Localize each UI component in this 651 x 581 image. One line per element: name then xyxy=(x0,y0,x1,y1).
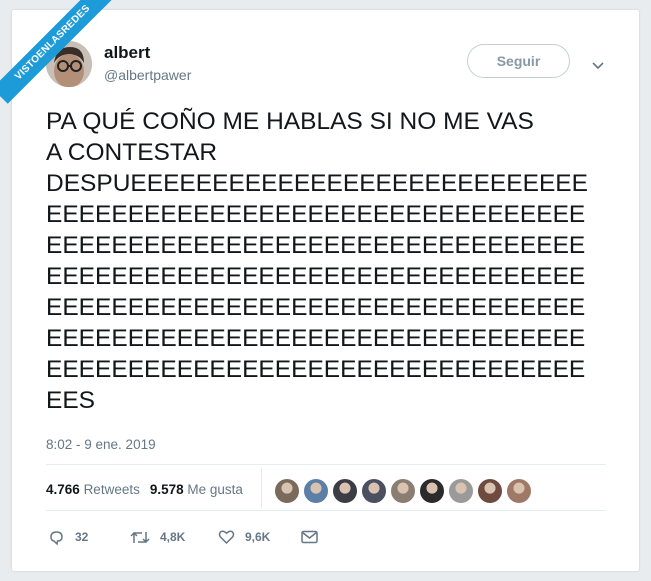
retweet-button[interactable]: 4,8K xyxy=(130,527,185,547)
chevron-down-icon[interactable] xyxy=(592,62,604,70)
envelope-icon xyxy=(301,530,318,544)
liker-avatar[interactable] xyxy=(506,478,532,504)
liker-avatar[interactable] xyxy=(390,478,416,504)
liker-avatar[interactable] xyxy=(332,478,358,504)
retweets-stat[interactable]: 4.766 Retweets xyxy=(46,482,140,497)
user-handle[interactable]: @albertpawer xyxy=(104,67,191,83)
likes-label: Me gusta xyxy=(187,482,243,497)
liker-avatar[interactable] xyxy=(448,478,474,504)
like-button[interactable]: 9,6K xyxy=(218,527,270,547)
like-count: 9,6K xyxy=(245,530,271,544)
reply-button[interactable]: 32 xyxy=(48,527,88,547)
retweets-count: 4.766 xyxy=(46,482,80,497)
message-button[interactable] xyxy=(301,527,328,547)
liker-avatar[interactable] xyxy=(303,478,329,504)
divider xyxy=(46,510,606,511)
tweet-text: PA QUÉ COÑO ME HABLAS SI NO ME VAS A CON… xyxy=(46,108,588,414)
user-name[interactable]: albert xyxy=(104,43,150,63)
liker-avatar[interactable] xyxy=(361,478,387,504)
reply-icon xyxy=(50,530,63,546)
divider-vertical xyxy=(261,468,262,508)
likes-count: 9.578 xyxy=(149,482,184,497)
heart-icon xyxy=(218,530,235,545)
watermark-ribbon: VISTOENLASREDES xyxy=(0,0,114,104)
retweets-label: Retweets xyxy=(83,482,140,497)
reply-count: 32 xyxy=(75,530,89,544)
retweet-count: 4,8K xyxy=(160,530,186,544)
retweet-icon xyxy=(130,531,150,543)
liker-avatar[interactable] xyxy=(274,478,300,504)
divider xyxy=(46,464,606,465)
liker-avatar[interactable] xyxy=(477,478,503,504)
likes-stat[interactable]: 9.578 Me gusta xyxy=(150,482,243,497)
engagement-stats: 4.766 Retweets 9.578 Me gusta xyxy=(46,482,243,497)
liker-avatar[interactable] xyxy=(419,478,445,504)
follow-button[interactable]: Seguir xyxy=(467,44,570,78)
tweet-card: VISTOENLASREDES albert @albertpawer Segu… xyxy=(0,0,639,571)
tweet-timestamp[interactable]: 8:02 - 9 ene. 2019 xyxy=(46,437,156,452)
